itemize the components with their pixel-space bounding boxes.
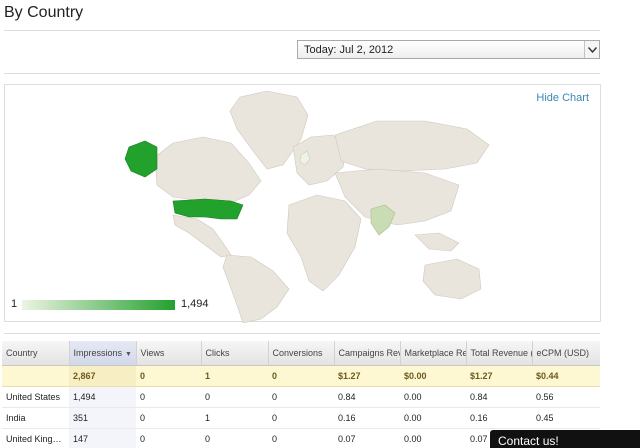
country-russia [334,120,490,172]
chevron-down-icon[interactable] [584,41,599,58]
column-header-marketplace-revenue[interactable]: Marketplace Rev [400,341,467,366]
table-cell: 0 [268,407,334,429]
column-header-country[interactable]: Country [2,341,70,366]
table-cell: 0.00 [400,407,466,429]
table-cell [2,365,69,387]
table-row[interactable]: United States 1,494 0 0 0 0.84 0.00 0.84… [2,386,600,408]
column-header-ecpm[interactable]: eCPM (USD) [532,341,600,366]
table-cell: 0 [136,407,201,429]
column-header-impressions[interactable]: Impressions ▼ [69,341,137,366]
contact-us-button[interactable]: Contact us! [490,430,640,448]
table-cell: 0.56 [532,386,600,408]
legend-max-value: 1,494 [181,298,209,310]
table-cell: $1.27 [334,365,400,387]
column-header-clicks[interactable]: Clicks [201,341,269,366]
table-cell: 2,867 [69,365,136,387]
page-title: By Country [4,4,84,21]
column-header-campaigns-revenue[interactable]: Campaigns Reve [334,341,401,366]
table-total-row: 2,867 0 1 0 $1.27 $0.00 $1.27 $0.44 [2,365,600,387]
world-map [124,90,490,323]
table-cell: United Kingd... [2,428,69,448]
table-cell: 0.84 [466,386,532,408]
column-header-conversions[interactable]: Conversions [268,341,335,366]
column-header-views[interactable]: Views [136,341,202,366]
table-cell: 0 [268,386,334,408]
column-header-total-revenue[interactable]: Total Revenue ( [466,341,533,366]
table-cell: $0.44 [532,365,600,387]
region-alaska [124,140,158,178]
table-cell: 0.16 [466,407,532,429]
country-australia [422,258,482,300]
table-cell: 0.00 [400,386,466,408]
table-cell: 0.07 [334,428,400,448]
table-cell: United States [2,386,69,408]
table-cell: 351 [69,407,136,429]
table-cell: 0 [136,386,201,408]
table-cell: 0.00 [400,428,466,448]
table-cell: 1 [201,407,268,429]
table-cell: 0 [268,365,334,387]
legend-color-scale [22,300,175,310]
table-cell: $1.27 [466,365,532,387]
table-cell: 0 [201,428,268,448]
table-cell: 0 [136,365,201,387]
region-africa [286,194,362,292]
country-mexico [172,214,232,258]
table-cell: 0 [136,428,201,448]
table-cell: 1 [201,365,268,387]
sort-descending-icon: ▼ [125,350,132,358]
table-divider [4,333,600,334]
table-cell: 147 [69,428,136,448]
geo-map-panel: Hide Chart 1 1,494 [4,84,601,323]
table-cell: 0.84 [334,386,400,408]
region-se-asia [414,232,460,252]
country-united-states [172,198,244,220]
date-range-select[interactable]: Today: Jul 2, 2012 [297,40,600,59]
table-cell: 0.45 [532,407,600,429]
hide-chart-link[interactable]: Hide Chart [536,92,589,104]
table-cell: 1,494 [69,386,136,408]
date-range-value: Today: Jul 2, 2012 [304,44,394,56]
legend-min-value: 1 [11,298,18,310]
country-canada [154,136,262,204]
table-cell: $0.00 [400,365,466,387]
table-row[interactable]: India 351 0 1 0 0.16 0.00 0.16 0.45 [2,407,600,429]
country-south-america [222,254,290,323]
table-cell: 0.16 [334,407,400,429]
title-divider [4,30,600,31]
table-cell: India [2,407,69,429]
table-cell: 0 [268,428,334,448]
table-cell: 0 [201,386,268,408]
toolbar-divider [4,73,600,74]
table-header-row: Country Impressions ▼ Views Clicks Conver… [2,341,600,366]
